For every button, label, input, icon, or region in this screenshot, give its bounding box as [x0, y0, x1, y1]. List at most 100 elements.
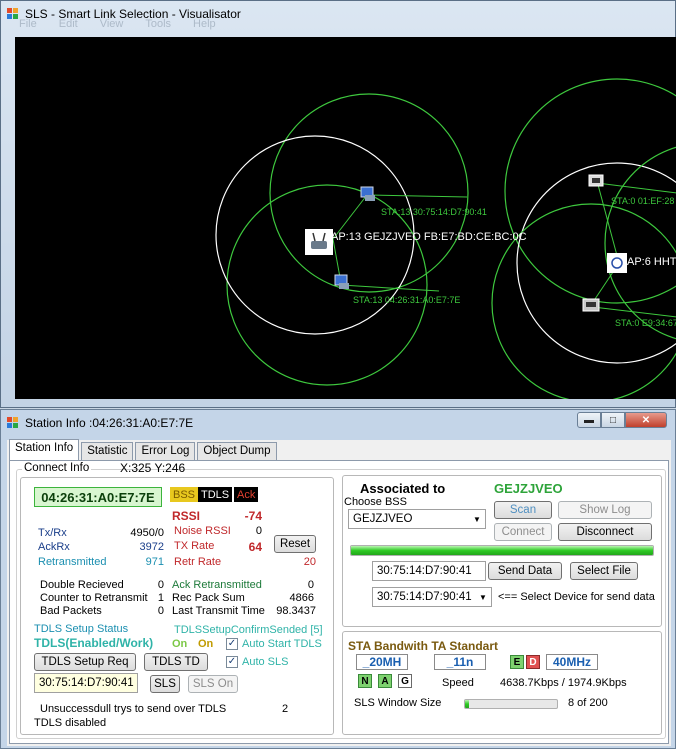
device-select-value: 30:75:14:D7:90:41 [377, 591, 472, 603]
txrx-label: Tx/Rx [38, 527, 67, 539]
retrans-label: Retransmitted [38, 556, 107, 568]
ap-label: AP:6 HHT [627, 256, 676, 268]
n-indicator: N [358, 674, 372, 688]
bss-select[interactable]: GEJZJVEO ▼ [348, 509, 486, 529]
g-indicator: G [398, 674, 412, 688]
txrx-value: 4950/0 [130, 527, 164, 539]
disconnect-button[interactable]: Disconnect [558, 523, 652, 541]
tdls-setup-req-button[interactable]: TDLS Setup Req [34, 653, 136, 671]
bss-badge: BSS [170, 487, 199, 502]
a-indicator: A [378, 674, 392, 688]
standard-value: _11n [434, 654, 486, 670]
station-client: Station Info Statistic Error Log Object … [7, 439, 671, 746]
ap-node[interactable]: AP:13 GEJZJVEO FB:E7:BD:CE:BC:0C [305, 229, 527, 255]
show-log-button[interactable]: Show Log [558, 501, 652, 519]
unsuccessful-tries-value: 2 [282, 703, 289, 715]
visualiser-window: SLS - Smart Link Selection - Visualisato… [0, 0, 676, 408]
network-canvas[interactable]: AP:13 GEJZJVEO FB:E7:BD:CE:BC:0C STA:13 … [15, 37, 676, 399]
retr-rate-value: 20 [303, 556, 316, 568]
window-controls: ▬ □ ✕ [577, 412, 667, 428]
sls-window-progress-fill [465, 700, 469, 708]
chevron-down-icon: ▼ [479, 592, 487, 602]
e-indicator: E [510, 655, 524, 669]
menu-view[interactable]: View [100, 18, 124, 32]
sta-label: STA:13 30:75:14:D7:90:41 [381, 207, 487, 217]
sta-label: STA:0 01:EF:28 [611, 196, 674, 206]
retrans-value: 971 [145, 556, 164, 568]
bad-packets-value: 0 [157, 605, 164, 617]
bandwidth-value: _20MH [356, 654, 408, 670]
reset-button[interactable]: Reset [274, 535, 316, 553]
sta-node[interactable]: STA:0 E9:34:67:C [582, 298, 676, 328]
menu-edit[interactable]: Edit [59, 18, 78, 32]
tdls-confirm-status: TDLSSetupConfirmSended [5] [174, 624, 323, 636]
sta-label: STA:13 04:26:31:A0:E7:7E [353, 295, 460, 305]
auto-start-tdls-label: Auto Start TDLS [242, 638, 322, 650]
on-indicator-1: On [172, 638, 188, 650]
range-circle [504, 78, 676, 304]
tab-error-log[interactable]: Error Log [135, 442, 196, 460]
on-indicator-2: On [198, 638, 214, 650]
scan-button[interactable]: Scan [494, 501, 552, 519]
ackrx-label: AckRx [38, 541, 70, 553]
sls-button[interactable]: SLS [150, 675, 180, 693]
close-icon: ✕ [641, 414, 651, 426]
ap-node[interactable]: AP:6 HHT [607, 253, 676, 273]
peer-mac-field[interactable]: 30:75:14:D7:90:41 [34, 673, 138, 693]
maximize-button[interactable]: □ [601, 412, 625, 428]
associated-to-label: Associated to [360, 481, 446, 496]
txrate-label: TX Rate [174, 540, 215, 552]
associated-ssid: GEJZJVEO [494, 481, 563, 496]
tab-object-dump[interactable]: Object Dump [197, 442, 277, 460]
tdls-status-value: TDLS(Enabled/Work) [34, 636, 154, 650]
ack-retrans-label: Ack Retransmitted [172, 579, 262, 591]
sls-window-label: SLS Window Size [354, 697, 442, 709]
send-data-button[interactable]: Send Data [488, 562, 562, 580]
bad-packets-label: Bad Packets [40, 605, 102, 617]
select-file-button[interactable]: Select File [570, 562, 638, 580]
device-select[interactable]: 30:75:14:D7:90:41 ▼ [372, 587, 492, 607]
station-info-page: Connect Info X:325 Y:246 04:26:31:A0:E7:… [9, 460, 669, 744]
connect-button[interactable]: Connect [494, 523, 552, 541]
menu-help[interactable]: Help [193, 18, 216, 32]
sls-on-button[interactable]: SLS On [188, 675, 238, 693]
d-indicator: D [526, 655, 540, 669]
double-received-value: 0 [157, 579, 164, 591]
tab-strip: Station Info Statistic Error Log Object … [9, 439, 279, 460]
tdls-td-button[interactable]: TDLS TD [144, 653, 208, 671]
ackrx-value: 3972 [139, 541, 164, 553]
tab-station-info[interactable]: Station Info [9, 439, 80, 460]
retr-rate-label: Retr Rate [174, 556, 222, 568]
menu-file[interactable]: File [19, 18, 37, 32]
ack-badge: Ack [234, 487, 259, 502]
last-transmit-label: Last Transmit Time [172, 605, 265, 617]
tab-statistic[interactable]: Statistic [81, 442, 134, 460]
noise-value: 0 [255, 525, 262, 537]
ap-label: AP:13 GEJZJVEO FB:E7:BD:CE:BC:0C [331, 231, 527, 243]
connection-progress [350, 545, 654, 556]
menu-tools[interactable]: Tools [145, 18, 171, 32]
connection-progress-fill [351, 546, 653, 555]
network-map[interactable]: AP:13 GEJZJVEO FB:E7:BD:CE:BC:0C STA:13 … [15, 37, 676, 399]
speed-label: Speed [442, 677, 474, 689]
close-button[interactable]: ✕ [625, 412, 667, 428]
app-icon [7, 417, 19, 429]
minimize-button[interactable]: ▬ [577, 412, 601, 428]
auto-start-tdls-checkbox[interactable]: ✓ [226, 638, 238, 650]
sta-node[interactable]: STA:0 01:EF:28 [588, 174, 674, 206]
menubar: File Edit View Tools Help [11, 18, 671, 32]
connect-info-label: Connect Info [22, 462, 92, 474]
station-info-window: Station Info :04:26:31:A0:E7:7E ▬ □ ✕ St… [0, 409, 676, 749]
counter-retransmit-value: 1 [157, 592, 164, 604]
tdls-badge: TDLS [198, 487, 233, 502]
unsuccessful-tries-label: Unsuccessdull trys to send over TDLS [40, 703, 227, 715]
auto-sls-label: Auto SLS [242, 656, 289, 668]
auto-sls-checkbox[interactable]: ✓ [226, 656, 238, 668]
txrate-value: 64 [248, 540, 262, 554]
send-mac-field[interactable]: 30:75:14:D7:90:41 [372, 561, 486, 581]
rssi-value: -74 [244, 509, 262, 523]
station-titlebar: Station Info :04:26:31:A0:E7:7E [7, 416, 193, 430]
bss-select-value: GEJZJVEO [353, 513, 413, 525]
station-mac: 04:26:31:A0:E7:7E [34, 487, 162, 507]
tdls-disabled-status: TDLS disabled [34, 717, 107, 729]
